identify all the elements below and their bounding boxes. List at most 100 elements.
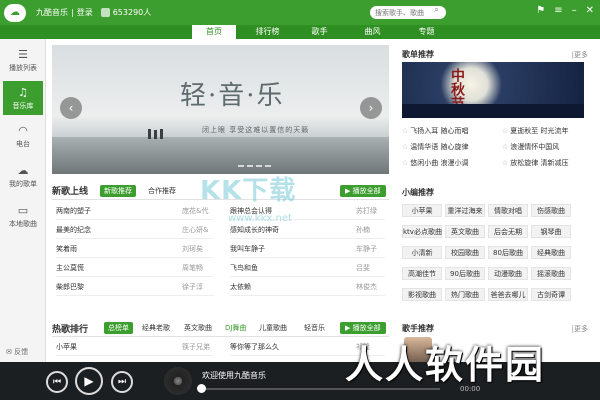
tag-chip[interactable]: 钢琴曲 (531, 225, 571, 238)
play-icon[interactable]: ▶ (75, 367, 103, 395)
song-title: 等你等了那么久 (230, 343, 279, 351)
tag-chip[interactable]: 经典歌曲 (531, 246, 571, 259)
sidebar-item-music-library[interactable]: ♫ 音乐库 (3, 81, 43, 115)
tag-chip[interactable]: 动漫歌曲 (488, 267, 528, 280)
song-title: 主公莫慌 (56, 264, 84, 272)
tab-topics[interactable]: 专题 (404, 25, 449, 39)
tab-hot-english[interactable]: 英文歌曲 (180, 322, 216, 334)
tab-hot-dj[interactable]: DJ舞曲 (221, 322, 250, 334)
playlist-item[interactable]: ☆ 浪漫情怀中国风 (502, 142, 559, 152)
music-note-icon: ♫ (18, 85, 28, 99)
song-row[interactable]: 两南的塑子 庞花&代 (56, 203, 214, 220)
playlist-rec-more-link[interactable]: |更多 (572, 50, 588, 60)
tag-chip[interactable]: 伤感歌曲 (531, 204, 571, 217)
star-icon: ☆ (402, 159, 409, 167)
sidebar-item-local-songs[interactable]: ▭ 本地歌曲 (3, 199, 43, 233)
playlist-item[interactable]: ☆ 放松旋律 清新减压 (502, 158, 569, 168)
playlist-item[interactable]: ☆ 飞扬入耳 随心而唱 (402, 126, 469, 136)
sidebar-item-my-playlists[interactable]: ☁ 我的歌单 (3, 159, 43, 193)
title-bar: ☁ 九酷音乐|登录 653290人 ⌕ ⚑ ≡ – ✕ (0, 0, 600, 25)
tag-chip[interactable]: 90后歌曲 (445, 267, 485, 280)
tab-singers[interactable]: 歌手 (297, 25, 342, 39)
song-row[interactable]: 飞鸟和鱼 吕斐 (230, 260, 385, 277)
close-icon[interactable]: ✕ (586, 5, 594, 16)
skin-icon[interactable]: ⚑ (536, 5, 545, 16)
playlist-item-label: 飞扬入耳 随心而唱 (410, 127, 469, 135)
banner-subtitle: 闭上眼 享受这难以置信的天籁 (202, 126, 310, 134)
hot-row[interactable]: 小苹果 筷子兄弟 (56, 339, 214, 356)
watermark-kk: KK下载 (200, 176, 297, 206)
song-title: 我叫车静子 (230, 245, 265, 253)
sidebar-item-playlist[interactable]: ☰ 播放列表 (3, 43, 43, 77)
banner-beach (52, 137, 389, 174)
radio-icon: ◠ (18, 123, 28, 137)
playlist-item[interactable]: ☆ 夏逝秋至 时光流年 (502, 126, 569, 136)
next-track-icon[interactable]: ⏭ (111, 371, 133, 393)
playlist-item[interactable]: ☆ 悠闲小曲 浪漫小调 (402, 158, 469, 168)
new-songs-play-all-button[interactable]: ▶ 播放全部 (340, 185, 386, 197)
playlist-item-label: 温情华语 随心旋律 (410, 143, 469, 151)
banner-prev-button[interactable]: ‹ (60, 97, 82, 119)
tag-chip[interactable]: 小清新 (402, 246, 442, 259)
window-controls: ⚑ ≡ – ✕ (536, 5, 594, 16)
song-artist: 林俊杰 (356, 283, 377, 291)
tag-chip[interactable]: 校园歌曲 (445, 246, 485, 259)
cloud-icon: ☁ (17, 163, 29, 177)
tag-chip[interactable]: 英文歌曲 (445, 225, 485, 238)
hot-play-all-button[interactable]: ▶ 播放全部 (340, 322, 386, 334)
tag-chip[interactable]: 重洋过海来 (445, 204, 485, 217)
tab-hot-overall[interactable]: 总榜单 (104, 322, 133, 334)
song-row[interactable]: 柴郎巴黎 徐子淳 (56, 279, 214, 296)
tag-chip[interactable]: 80后歌曲 (488, 246, 528, 259)
tab-hot-classic[interactable]: 经典老歌 (138, 322, 174, 334)
banner-next-button[interactable]: › (360, 97, 382, 119)
tag-chip[interactable]: 古剑奇谭 (531, 288, 571, 301)
tag-chip[interactable]: 情歌对唱 (488, 204, 528, 217)
progress-knob[interactable] (197, 384, 206, 393)
new-songs-title: 新歌上线 (52, 187, 89, 197)
tab-home[interactable]: 首页 (192, 25, 236, 39)
menu-icon[interactable]: ≡ (554, 5, 562, 16)
tab-partner-rec[interactable]: 合作推荐 (144, 185, 180, 197)
song-artist: 吕斐 (356, 264, 370, 272)
tag-chip[interactable]: 小苹果 (402, 204, 442, 217)
tag-chip[interactable]: 影视歌曲 (402, 288, 442, 301)
star-icon: ☆ (502, 159, 509, 167)
singer-rec-title: 歌手推荐 (402, 324, 434, 333)
minimize-icon[interactable]: – (572, 5, 577, 16)
login-link[interactable]: 登录 (77, 8, 93, 17)
singer-rec-more-link[interactable]: |更多 (572, 324, 588, 334)
tab-hot-light[interactable]: 轻音乐 (300, 322, 329, 334)
tag-chip[interactable]: 爸爸去哪儿 (488, 288, 528, 301)
song-row[interactable]: 最美的纪念 庄心妍& (56, 222, 214, 239)
song-title: 感知成长的神奇 (230, 226, 279, 234)
tag-chip[interactable]: ktv必点歌曲 (402, 225, 442, 238)
star-icon: ☆ (502, 143, 509, 151)
tag-chip[interactable]: 后会无期 (488, 225, 528, 238)
song-row[interactable]: 感知成长的神奇 孙楠 (230, 222, 385, 239)
playlist-item-label: 放松旋律 清新减压 (510, 159, 569, 167)
tab-genres[interactable]: 曲风 (350, 25, 395, 39)
online-count-text: 653290人 (112, 8, 152, 17)
song-row[interactable]: 太依赖 林俊杰 (230, 279, 385, 296)
sidebar-item-label: 电台 (16, 139, 30, 148)
now-playing-text: 欢迎使用九酷音乐 (202, 371, 266, 380)
app-logo-icon: ☁ (4, 3, 26, 22)
playlist-poster[interactable]: 中秋节 (402, 62, 584, 118)
song-row[interactable]: 主公莫慌 周笔畅 (56, 260, 214, 277)
feedback-button[interactable]: ✉ 反馈 (6, 347, 28, 357)
song-row[interactable]: 笑着雨 刘珂矣 (56, 241, 214, 258)
banner-carousel[interactable]: 轻·音·乐 闭上眼 享受这难以置信的天籁 ‹ › (52, 45, 389, 174)
tag-chip[interactable]: 热门歌曲 (445, 288, 485, 301)
prev-track-icon[interactable]: ⏮ (46, 371, 68, 393)
computer-icon: ▭ (17, 203, 29, 217)
sidebar-item-radio[interactable]: ◠ 电台 (3, 119, 43, 153)
playlist-item[interactable]: ☆ 温情华语 随心旋律 (402, 142, 469, 152)
tag-chip[interactable]: 高潮佳节 (402, 267, 442, 280)
tag-chip[interactable]: 摇滚歌曲 (531, 267, 571, 280)
search-icon[interactable]: ⌕ (434, 5, 439, 15)
tab-charts[interactable]: 排行榜 (245, 25, 290, 39)
tab-hot-kids[interactable]: 儿童歌曲 (255, 322, 291, 334)
tab-new-songs[interactable]: 新歌推荐 (100, 185, 136, 197)
song-row[interactable]: 我叫车静子 车静子 (230, 241, 385, 258)
